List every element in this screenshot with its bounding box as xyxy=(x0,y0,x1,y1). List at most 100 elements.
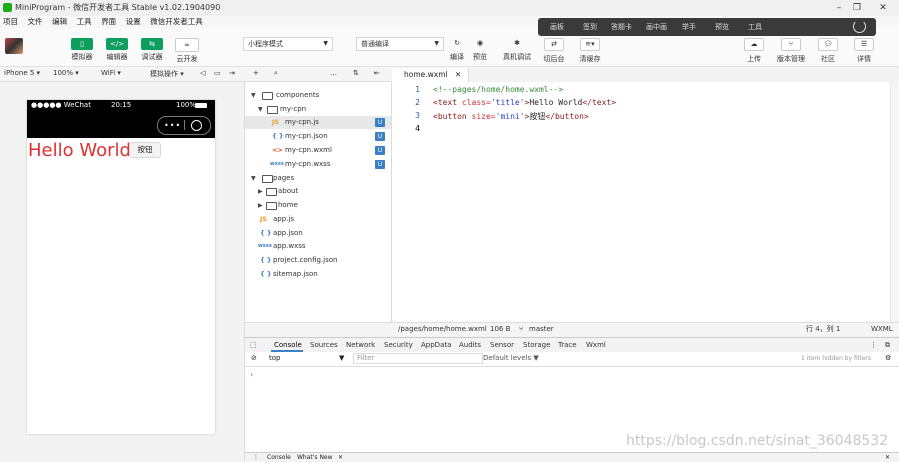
tree-file-my-cpn-json[interactable]: { } my-cpn.json U xyxy=(245,130,391,143)
tab-sensor[interactable]: Sensor xyxy=(490,341,514,349)
compile-select[interactable]: 普通编译 ▼ xyxy=(356,37,444,51)
log-levels-select[interactable]: Default levels ▼ xyxy=(483,354,539,362)
add-file-icon[interactable]: + xyxy=(253,69,259,77)
menu-view[interactable]: 界面 xyxy=(101,16,116,28)
collapse-icon[interactable]: ⇤ xyxy=(374,69,380,77)
switch-bg-button[interactable]: ⇄ 切后台 xyxy=(542,38,566,64)
cloud-button[interactable]: ∞ 云开发 xyxy=(174,38,200,64)
tab-home-wxml[interactable]: home.wxml ✕ xyxy=(392,68,469,82)
debugger-toggle[interactable]: ⇆ 调试器 xyxy=(139,38,165,62)
device-select[interactable]: iPhone 5 ▾ xyxy=(4,69,40,77)
close-circle-icon[interactable] xyxy=(191,120,202,131)
undock-icon[interactable]: ⧉ xyxy=(885,341,890,350)
tab-storage[interactable]: Storage xyxy=(523,341,550,349)
simulator-toggle[interactable]: ▯ 模拟器 xyxy=(69,38,95,62)
overlay-item-signin[interactable]: 签到 xyxy=(583,22,597,32)
simulate-ops-select[interactable]: 模拟操作 ▾ xyxy=(150,69,184,79)
tree-file-my-cpn-js[interactable]: JS my-cpn.js U xyxy=(245,116,391,129)
tree-file-app-json[interactable]: { } app.json xyxy=(245,227,391,240)
sort-icon[interactable]: ⇅ xyxy=(353,69,359,77)
volume-icon[interactable]: ◁ xyxy=(200,69,205,77)
rotate-icon[interactable]: ▭ xyxy=(214,69,221,77)
branch-icon: ⑂ xyxy=(781,38,801,51)
menu-project[interactable]: 项目 xyxy=(3,16,18,28)
tree-file-app-js[interactable]: JS app.js xyxy=(245,213,391,226)
tree-folder-about[interactable]: ▶ about xyxy=(245,185,391,198)
tab-appdata[interactable]: AppData xyxy=(421,341,451,349)
overlay-item-tools[interactable]: 工具 xyxy=(748,22,762,32)
overlay-item-board[interactable]: 画板 xyxy=(550,22,564,32)
maximize-button[interactable]: ❐ xyxy=(846,1,868,15)
tree-file-app-wxss[interactable]: wxss app.wxss xyxy=(245,240,391,253)
compile-button[interactable]: ↻ 编译 xyxy=(447,38,467,62)
capsule-menu[interactable]: ••• xyxy=(157,116,211,135)
tab-sources[interactable]: Sources xyxy=(310,341,338,349)
more-vert-icon[interactable]: ⋮ xyxy=(870,341,877,349)
tree-file-sitemap[interactable]: { } sitemap.json xyxy=(245,268,391,281)
mini-button[interactable]: 按钮 xyxy=(129,142,161,158)
menu-file[interactable]: 文件 xyxy=(28,16,43,28)
tree-file-my-cpn-wxml[interactable]: <> my-cpn.wxml U xyxy=(245,144,391,157)
tree-folder-components[interactable]: ▼ components xyxy=(245,89,391,102)
network-select[interactable]: WiFi ▾ xyxy=(101,69,121,77)
filter-input[interactable]: Filter xyxy=(353,353,483,364)
menu-devtools[interactable]: 微信开发者工具 xyxy=(150,16,203,28)
tab-security[interactable]: Security xyxy=(384,341,413,349)
tab-trace[interactable]: Trace xyxy=(558,341,577,349)
status-cursor-position[interactable]: 行 4，列 1 xyxy=(806,323,840,336)
mode-select[interactable]: 小程序模式 ▼ xyxy=(243,37,333,51)
gear-icon[interactable]: ⚙ xyxy=(885,354,891,362)
power-icon[interactable] xyxy=(853,20,866,33)
hello-world-text: Hello World xyxy=(28,140,131,161)
zoom-select[interactable]: 100% ▾ xyxy=(53,69,79,77)
upload-button[interactable]: ☁ 上传 xyxy=(743,38,765,64)
editor-toggle[interactable]: </> 编辑器 xyxy=(104,38,130,62)
overlay-item-pip[interactable]: 画中画 xyxy=(646,22,667,32)
drawer-tab-console[interactable]: Console xyxy=(267,454,291,461)
overlay-item-quiz[interactable]: 答题卡 xyxy=(611,22,632,32)
tab-audits[interactable]: Audits xyxy=(459,341,481,349)
community-button[interactable]: 💬︎ 社区 xyxy=(817,38,839,64)
close-icon[interactable]: ✕ xyxy=(885,454,890,461)
version-button[interactable]: ⑂ 版本管理 xyxy=(775,38,807,64)
overlay-item-preview[interactable]: 预览 xyxy=(715,22,729,32)
avatar[interactable] xyxy=(5,38,23,54)
tab-wxml[interactable]: Wxml xyxy=(586,341,606,349)
close-icon[interactable]: ✕ xyxy=(338,454,343,461)
tree-folder-home[interactable]: ▶ home xyxy=(245,199,391,212)
folder-open-icon xyxy=(262,92,273,100)
context-select[interactable]: top ▼ xyxy=(269,354,347,362)
tab-network[interactable]: Network xyxy=(346,341,375,349)
tab-console[interactable]: Console xyxy=(274,341,302,349)
tree-file-project-config[interactable]: { } project.config.json xyxy=(245,254,391,267)
overlay-item-hand[interactable]: 举手 xyxy=(682,22,696,32)
editor-scrollbar[interactable] xyxy=(890,82,899,322)
search-icon[interactable]: ⌕ xyxy=(274,69,278,78)
menu-settings[interactable]: 设置 xyxy=(126,16,141,28)
tree-folder-my-cpn[interactable]: ▼ my-cpn xyxy=(245,103,391,116)
menu-edit[interactable]: 编辑 xyxy=(52,16,67,28)
details-button[interactable]: ☰ 详情 xyxy=(853,38,875,64)
close-icon[interactable]: ✕ xyxy=(455,68,461,82)
menu-tools[interactable]: 工具 xyxy=(77,16,92,28)
more-icon[interactable]: … xyxy=(330,69,337,77)
drawer-menu-icon[interactable]: ⋮ xyxy=(253,454,259,461)
refresh-icon: ↻ xyxy=(454,39,460,47)
tree-file-my-cpn-wxss[interactable]: wxss my-cpn.wxss U xyxy=(245,158,391,171)
editor-tab-bar: home.wxml ✕ xyxy=(392,68,899,83)
status-language[interactable]: WXML xyxy=(871,323,893,336)
folder-open-icon xyxy=(267,106,278,114)
code-editor[interactable]: 1 2 3 4 <!--pages/home/home.wxml--> <tex… xyxy=(392,82,890,322)
clear-cache-button[interactable]: ≋▾ 清缓存 xyxy=(578,38,602,64)
inspect-icon[interactable]: ⬚ xyxy=(250,341,257,349)
drawer-tab-whats-new[interactable]: What's New xyxy=(297,454,333,461)
remote-debug-button[interactable]: ✱ 真机调试 xyxy=(502,38,532,62)
dock-icon[interactable]: ⇥ xyxy=(229,69,235,77)
more-dots-icon[interactable]: ••• xyxy=(164,121,181,130)
status-branch[interactable]: master xyxy=(529,323,554,336)
battery-icon xyxy=(195,103,207,108)
close-button[interactable]: ✕ xyxy=(872,1,894,15)
preview-button[interactable]: ◉ 预览 xyxy=(470,38,490,62)
tree-folder-pages[interactable]: ▼ pages xyxy=(245,172,391,185)
clear-console-icon[interactable]: ⊘ xyxy=(251,354,257,362)
